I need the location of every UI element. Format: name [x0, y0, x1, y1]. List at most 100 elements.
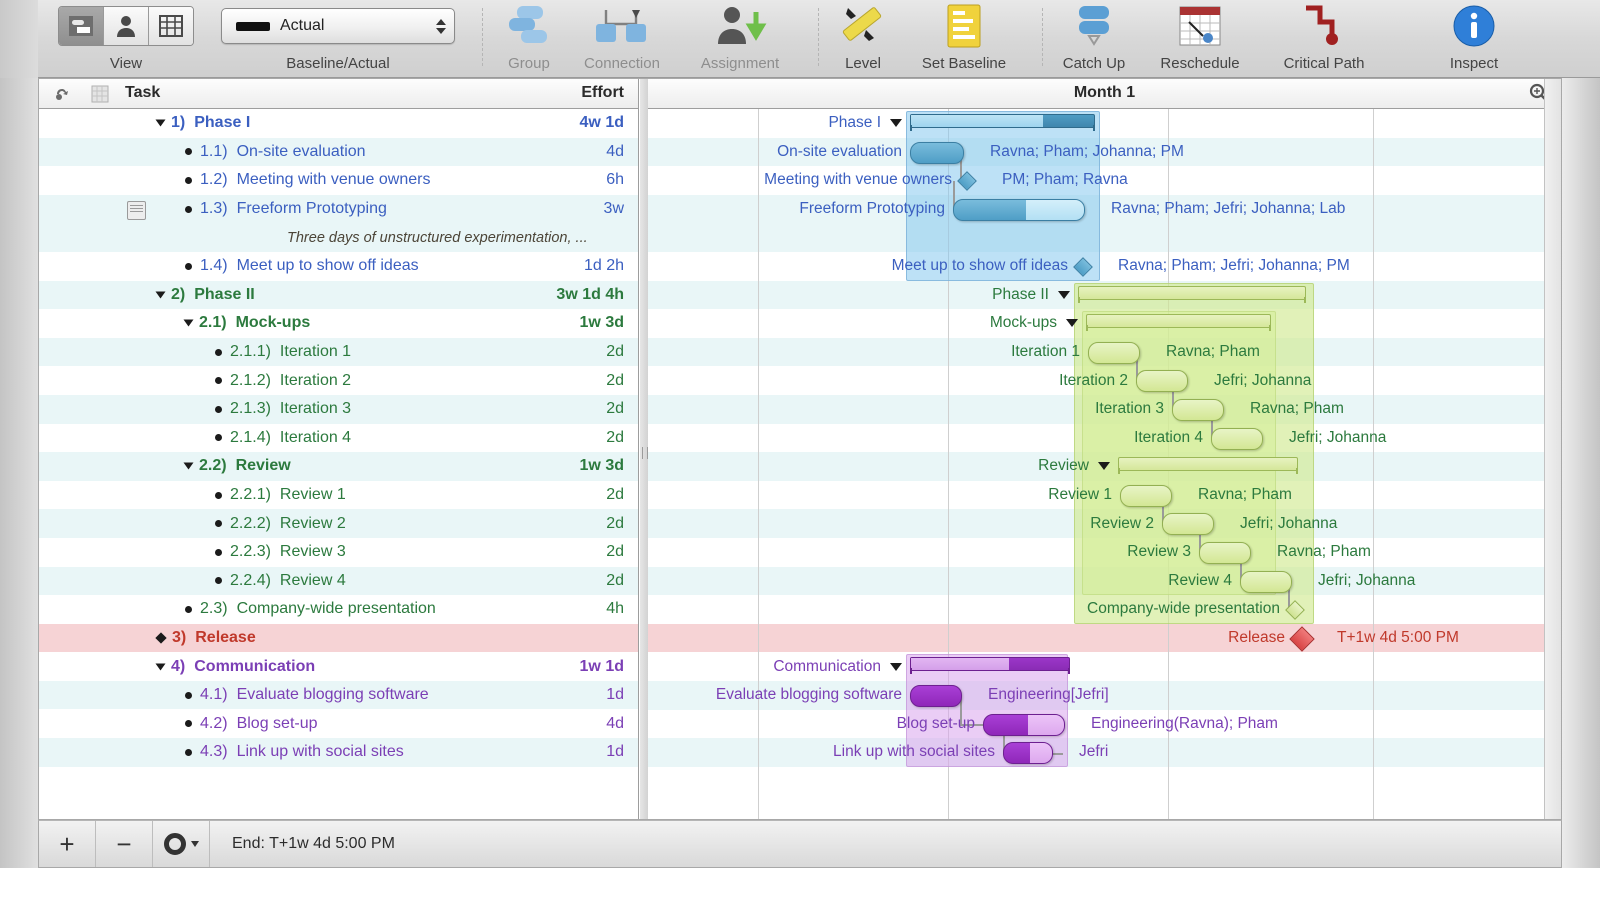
task-title-cell[interactable]: 2.2) Review [183, 452, 291, 481]
task-title-cell[interactable]: 2.2.3) Review 3 [215, 538, 346, 567]
table-row[interactable]: 4) Communication 1w 1d [39, 652, 638, 681]
gantt-task-bar[interactable] [1120, 484, 1172, 507]
task-title-cell[interactable]: 2.2.4) Review 4 [215, 567, 346, 596]
task-title-cell[interactable]: 1.3) Freeform Prototyping [185, 195, 387, 224]
toolbar-group-assignment[interactable]: Assignment [676, 0, 804, 78]
gantt-vertical-scrollbar[interactable] [1544, 79, 1561, 819]
task-bullet-icon [215, 348, 222, 356]
gantt-task-bar[interactable] [1172, 399, 1224, 421]
disclosure-triangle-icon[interactable] [155, 291, 166, 299]
table-row[interactable]: 1.4) Meet up to show off ideas 1d 2h [39, 252, 638, 281]
gantt-view-icon[interactable] [59, 7, 104, 45]
remove-task-button[interactable]: − [96, 821, 153, 867]
disclosure-triangle-icon[interactable] [183, 319, 194, 327]
task-title-cell[interactable]: 2.2.1) Review 1 [215, 481, 346, 510]
task-title-cell[interactable]: 2.1.4) Iteration 4 [215, 424, 351, 453]
table-row[interactable]: 2.1.2) Iteration 2 2d [39, 366, 638, 395]
table-row[interactable]: 1) Phase I 4w 1d [39, 109, 638, 138]
gantt-task-bar[interactable] [1003, 742, 1053, 765]
table-row[interactable]: 2) Phase II 3w 1d 4h [39, 280, 638, 310]
chevron-down-icon[interactable] [890, 662, 902, 671]
table-row[interactable]: 2.2) Review 1w 3d [39, 452, 638, 481]
chevron-down-icon[interactable] [1058, 290, 1070, 299]
table-row[interactable]: 2.2.2) Review 2 2d [39, 509, 638, 538]
gantt-summary-bar[interactable] [1078, 285, 1306, 303]
gantt-task-bar[interactable] [1162, 513, 1214, 536]
gantt-summary-bar[interactable] [1086, 314, 1271, 332]
disclosure-triangle-icon[interactable] [155, 663, 166, 671]
toolbar-group-level[interactable]: Level [826, 0, 900, 78]
action-menu-button[interactable] [153, 821, 210, 867]
toolbar-group-critical-path[interactable]: Critical Path [1258, 0, 1390, 78]
gantt-task-bar[interactable] [983, 713, 1065, 736]
toolbar-group-connection[interactable]: Connection [568, 0, 676, 78]
task-title-cell[interactable]: 1.2) Meeting with venue owners [185, 166, 430, 195]
task-title-cell[interactable]: 4.3) Link up with social sites [185, 738, 404, 767]
table-view-icon[interactable] [149, 7, 193, 45]
table-row[interactable]: 2.1.3) Iteration 3 2d [39, 394, 638, 424]
note-column-icon[interactable] [91, 85, 109, 108]
task-title-cell[interactable]: 4) Communication [155, 652, 315, 681]
task-title-cell[interactable]: 1.1) On-site evaluation [185, 138, 366, 167]
table-row[interactable]: 4.1) Evaluate blogging software 1d [39, 680, 638, 710]
table-row[interactable]: 2.1) Mock-ups 1w 3d [39, 309, 638, 338]
gantt-task-bar[interactable] [1199, 542, 1251, 564]
task-title-cell[interactable]: 2.2.2) Review 2 [215, 509, 346, 538]
gantt-summary-bar[interactable] [1118, 457, 1298, 475]
task-title-cell[interactable]: 2) Phase II [155, 281, 255, 310]
table-row[interactable]: 1.1) On-site evaluation 4d [39, 137, 638, 167]
column-header-task[interactable]: Task [125, 84, 160, 102]
table-row[interactable]: 4.3) Link up with social sites 1d [39, 738, 638, 767]
task-title-cell[interactable]: 2.3) Company-wide presentation [185, 595, 436, 624]
toolbar-group-inspect[interactable]: Inspect [1420, 0, 1528, 78]
gantt-task-bar[interactable] [1136, 370, 1188, 393]
task-note-row[interactable]: Three days of unstructured experimentati… [39, 223, 638, 252]
gantt-summary-bar[interactable] [910, 114, 1095, 131]
task-title-cell[interactable]: 1) Phase I [155, 109, 250, 138]
gantt-summary-bar[interactable] [910, 657, 1070, 675]
gantt-task-bar[interactable] [910, 141, 964, 164]
task-title-cell[interactable]: 1.4) Meet up to show off ideas [185, 252, 419, 281]
task-title-cell[interactable]: 2.1.3) Iteration 3 [215, 395, 351, 424]
panel-splitter[interactable] [640, 79, 648, 819]
table-row[interactable]: 2.2.3) Review 3 2d [39, 538, 638, 567]
table-row[interactable]: 1.3) Freeform Prototyping 3w [39, 194, 638, 224]
task-title-cell[interactable]: 2.1) Mock-ups [183, 309, 310, 338]
gantt-task-bar[interactable] [910, 685, 962, 707]
chevron-down-icon[interactable] [1066, 319, 1078, 328]
gantt-task-bar[interactable] [1088, 341, 1140, 364]
gantt-canvas[interactable]: Phase I On-site evaluation Ravna; Pham; Jo… [648, 109, 1561, 819]
chevron-down-icon[interactable] [890, 119, 902, 128]
task-title-cell[interactable]: 2.1.2) Iteration 2 [215, 366, 351, 395]
task-title-cell[interactable]: 2.1.1) Iteration 1 [215, 338, 351, 367]
task-title-cell[interactable]: 4.1) Evaluate blogging software [185, 681, 429, 710]
table-row[interactable]: 4.2) Blog set-up 4d [39, 709, 638, 738]
baseline-actual-select[interactable]: Actual [221, 8, 455, 44]
disclosure-triangle-icon[interactable] [183, 462, 194, 470]
gantt-task-bar[interactable] [1240, 570, 1292, 593]
toolbar-group-reschedule[interactable]: Reschedule [1142, 0, 1258, 78]
note-attachment-icon[interactable] [127, 200, 146, 220]
table-row[interactable]: 2.3) Company-wide presentation 4h [39, 595, 638, 624]
gantt-task-bar[interactable] [953, 198, 1085, 221]
task-title-cell[interactable]: 4.2) Blog set-up [185, 709, 318, 738]
table-row[interactable]: 2.2.1) Review 1 2d [39, 481, 638, 510]
gantt-task-bar[interactable] [1211, 427, 1263, 450]
toolbar-group-set-baseline[interactable]: Set Baseline [900, 0, 1028, 78]
table-row[interactable]: 3) Release [39, 623, 638, 653]
disclosure-triangle-icon[interactable] [155, 119, 166, 127]
toolbar-group-group[interactable]: Group [490, 0, 568, 78]
column-header-effort[interactable]: Effort [581, 84, 624, 102]
toolbar-group-catch-up[interactable]: Catch Up [1046, 0, 1142, 78]
status-column-icon[interactable] [53, 85, 71, 108]
view-mode-segmented-control[interactable] [58, 6, 194, 46]
stepper-arrows-icon[interactable] [433, 12, 449, 40]
table-row[interactable]: 2.2.4) Review 4 2d [39, 566, 638, 596]
chevron-down-icon[interactable] [1098, 462, 1110, 471]
resource-view-icon[interactable] [104, 7, 149, 45]
add-task-button[interactable]: + [39, 821, 96, 867]
table-row[interactable]: 2.1.1) Iteration 1 2d [39, 337, 638, 367]
table-row[interactable]: 2.1.4) Iteration 4 2d [39, 424, 638, 453]
table-row[interactable]: 1.2) Meeting with venue owners 6h [39, 166, 638, 195]
task-title-cell[interactable]: 3) Release [155, 624, 256, 653]
